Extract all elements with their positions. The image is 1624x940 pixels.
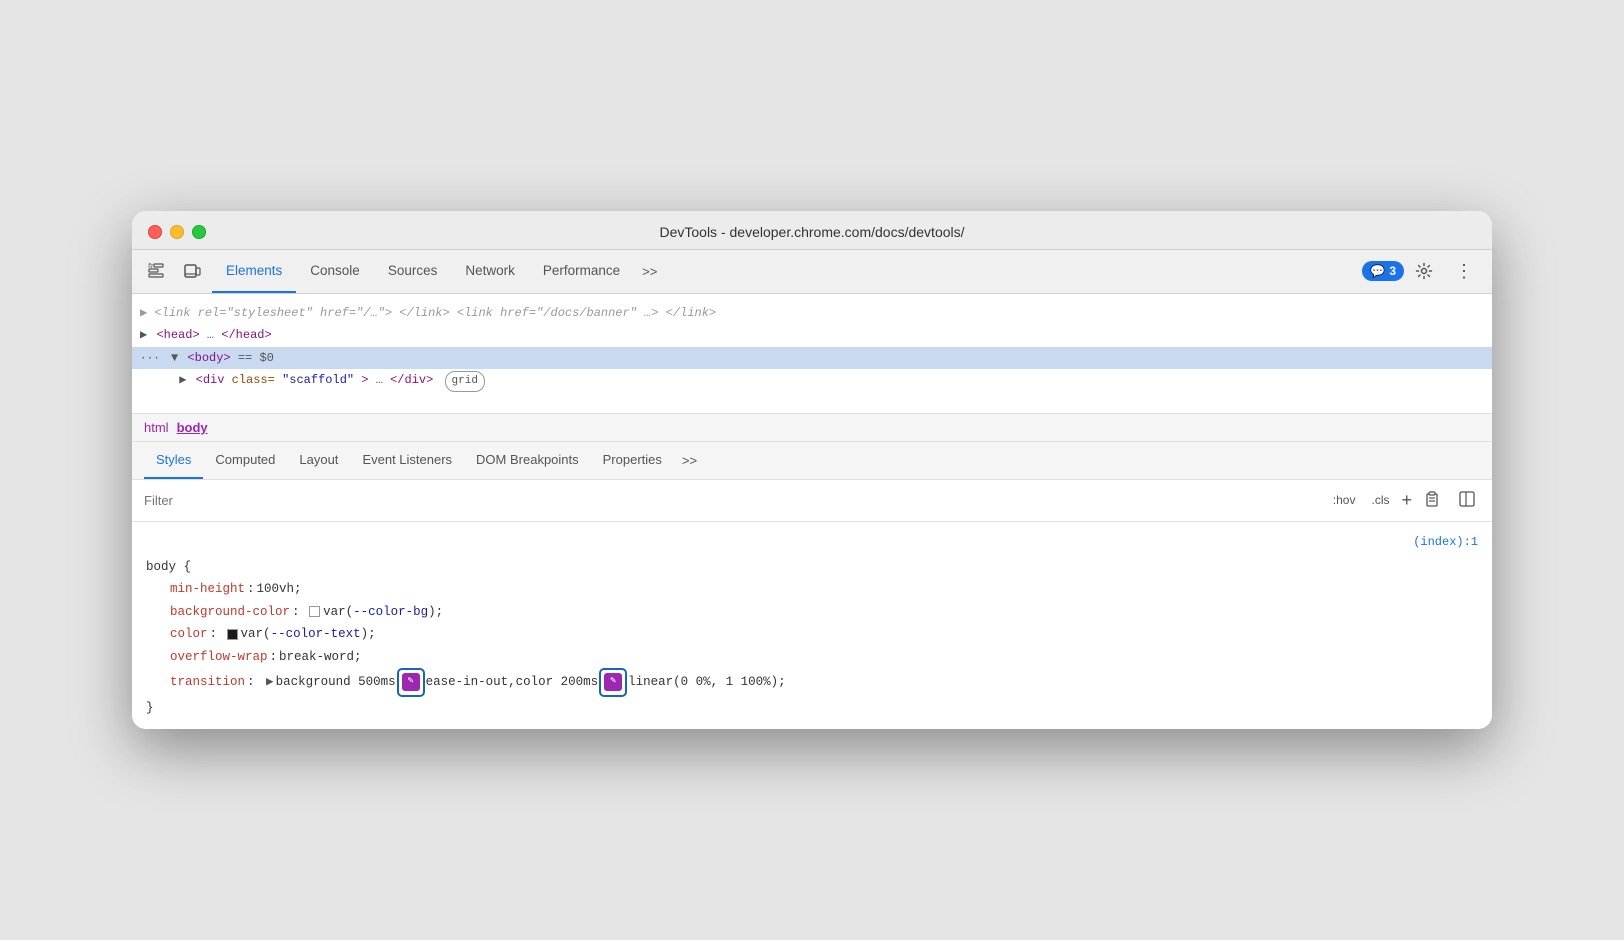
rule-selector: body { [146,556,1478,579]
easing-highlight-2 [599,668,627,697]
color-swatch[interactable] [227,629,238,640]
feedback-icon: 💬 [1370,264,1385,278]
tab-sources[interactable]: Sources [374,250,452,293]
css-rules-panel: (index):1 body { min-height : 100vh; bac… [132,522,1492,729]
prop-min-height: min-height : 100vh; [146,578,1478,601]
tab-network[interactable]: Network [451,250,529,293]
devtools-window: DevTools - developer.chrome.com/docs/dev… [132,211,1492,729]
easing-highlight-1 [397,668,425,697]
window-title: DevTools - developer.chrome.com/docs/dev… [659,224,964,240]
devtools-tab-bar: Elements Console Sources Network Perform… [132,250,1492,294]
tree-faded-line: ▶ <link rel="stylesheet" href="/…"> </li… [132,302,1492,324]
minimize-button[interactable] [170,225,184,239]
tab-dom-breakpoints[interactable]: DOM Breakpoints [464,442,591,479]
expand-icon[interactable]: ▶ [140,328,147,342]
cls-button[interactable]: .cls [1367,491,1393,509]
prop-overflow-wrap: overflow-wrap : break-word; [146,646,1478,669]
breadcrumb-html[interactable]: html [144,420,169,435]
settings-icon[interactable] [1408,255,1440,287]
styles-tab-bar: Styles Computed Layout Event Listeners D… [132,442,1492,480]
transition-expand-icon[interactable]: ▶ [266,671,274,694]
tab-console[interactable]: Console [296,250,374,293]
hov-button[interactable]: :hov [1329,491,1360,509]
grid-badge[interactable]: grid [445,371,485,392]
filter-actions: :hov .cls + [1329,488,1480,513]
devtools-action-buttons: 💬 3 ⋮ [1362,255,1484,287]
feedback-badge[interactable]: 💬 3 [1362,261,1404,281]
device-toggle-icon[interactable] [176,255,208,287]
bg-color-swatch[interactable] [309,606,320,617]
tab-properties[interactable]: Properties [591,442,674,479]
tabs-more-button[interactable]: >> [634,264,665,279]
main-tab-list: Elements Console Sources Network Perform… [212,250,1362,293]
paste-style-button[interactable] [1420,488,1446,513]
elements-panel: ▶ <link rel="stylesheet" href="/…"> </li… [132,294,1492,414]
expand-div-icon[interactable]: ▶ [179,373,186,387]
tab-event-listeners[interactable]: Event Listeners [350,442,464,479]
maximize-button[interactable] [192,225,206,239]
feedback-count: 3 [1389,264,1396,278]
tab-layout[interactable]: Layout [287,442,350,479]
easing-icon-1[interactable] [402,673,420,691]
filter-bar: :hov .cls + [132,480,1492,522]
filter-input[interactable] [144,493,1329,508]
styles-tabs-more[interactable]: >> [674,453,705,468]
prop-background-color: background-color : var( --color-bg ); [146,601,1478,624]
rule-closing-brace: } [146,697,1478,720]
prop-transition: transition : ▶ background 500ms ease-in-… [146,668,1478,697]
title-bar: DevTools - developer.chrome.com/docs/dev… [132,211,1492,250]
tab-computed[interactable]: Computed [203,442,287,479]
tab-styles[interactable]: Styles [144,442,203,479]
more-options-icon[interactable]: ⋮ [1448,255,1480,287]
color-var-link[interactable]: --color-text [271,623,361,646]
bg-color-var-link[interactable]: --color-bg [353,601,428,624]
tree-div-line[interactable]: ▶ <div class= "scaffold" > … </div> grid [132,369,1492,393]
add-style-button[interactable]: + [1401,491,1412,509]
tree-body-line[interactable]: ··· ▼ <body> == $0 [132,347,1492,370]
breadcrumb-bar: html body [132,414,1492,442]
close-button[interactable] [148,225,162,239]
sidebar-toggle-button[interactable] [1454,488,1480,513]
tab-performance[interactable]: Performance [529,250,634,293]
rule-source[interactable]: (index):1 [146,532,1478,554]
element-picker-icon[interactable] [140,255,172,287]
tab-elements[interactable]: Elements [212,250,296,293]
prop-color: color : var( --color-text ); [146,623,1478,646]
easing-icon-2[interactable] [604,673,622,691]
tree-head-line[interactable]: ▶ <head> … </head> [132,324,1492,346]
breadcrumb-body[interactable]: body [177,420,208,435]
traffic-lights [148,225,206,239]
expand-body-icon[interactable]: ▼ [171,351,178,365]
